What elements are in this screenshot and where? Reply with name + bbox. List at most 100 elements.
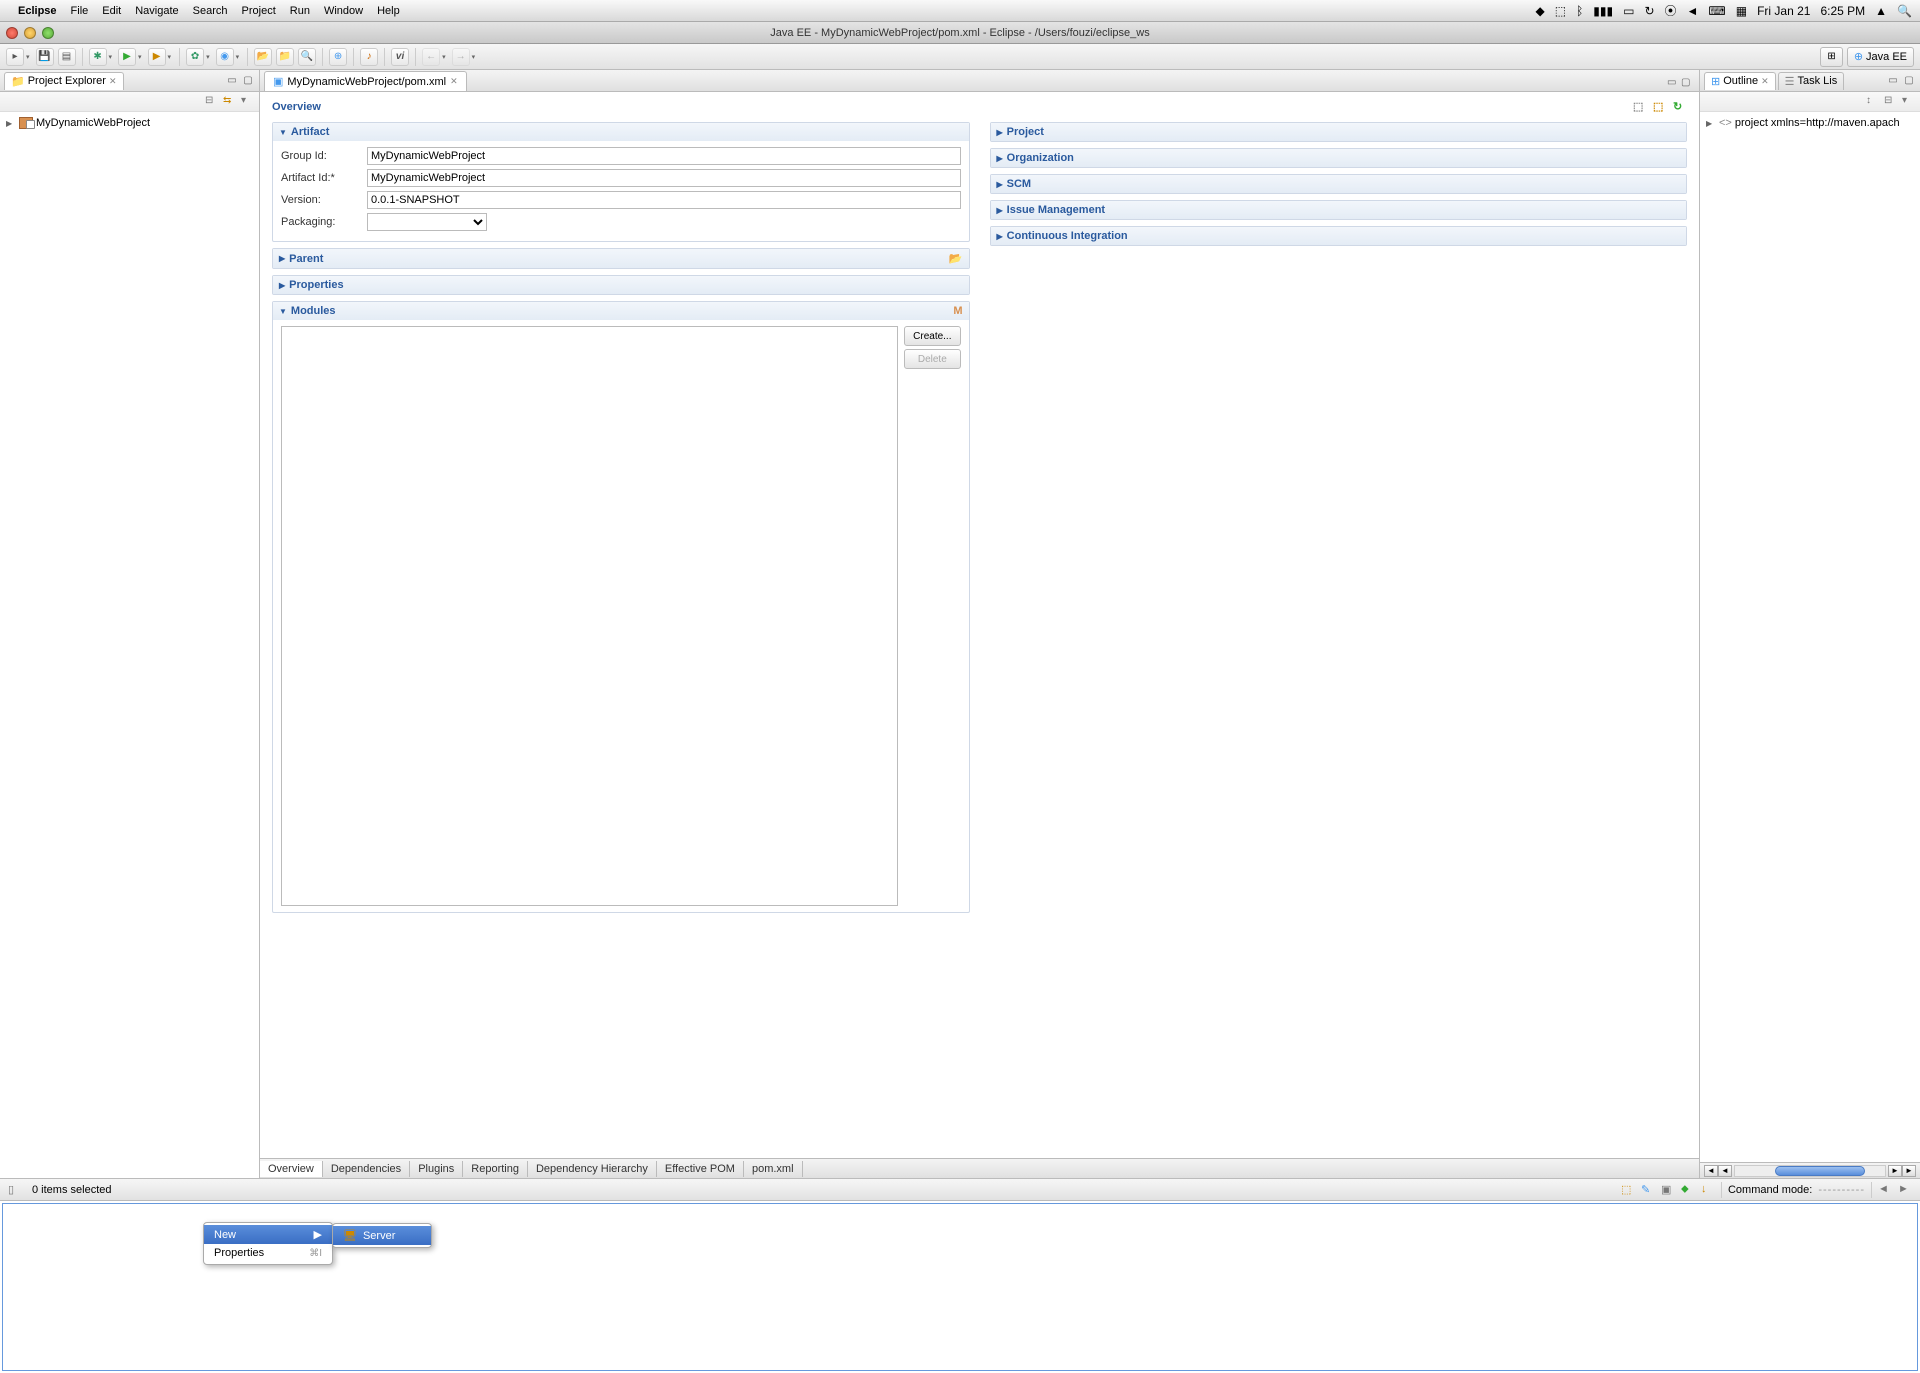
- folder-icon[interactable]: 📂: [949, 252, 963, 265]
- annotation-button[interactable]: ♪: [360, 48, 378, 66]
- maximize-icon[interactable]: ▢: [1681, 77, 1695, 91]
- dropdown-icon[interactable]: ▾: [442, 53, 446, 61]
- filter-icon[interactable]: ⊟: [1884, 95, 1898, 109]
- ctx-server[interactable]: 🖥 Server: [333, 1226, 431, 1245]
- run-last-button[interactable]: ▶: [148, 48, 166, 66]
- save-button[interactable]: 💾: [36, 48, 54, 66]
- dropdown-icon[interactable]: ▾: [138, 53, 142, 61]
- maximize-icon[interactable]: ▢: [1902, 74, 1916, 88]
- ctx-properties[interactable]: Properties ⌘I: [204, 1244, 332, 1262]
- outline-root[interactable]: ▶ <> project xmlns=http://maven.apach: [1704, 116, 1916, 130]
- zoom-window-icon[interactable]: [42, 27, 54, 39]
- battery-icon[interactable]: ▮▮▮: [1593, 4, 1613, 18]
- open-task-button[interactable]: 📁: [276, 48, 294, 66]
- keyboard-icon[interactable]: ⌨: [1708, 4, 1725, 18]
- ebtab-pomxml[interactable]: pom.xml: [744, 1161, 803, 1177]
- new-button[interactable]: ▸: [6, 48, 24, 66]
- section-header[interactable]: ▶ Continuous Integration: [991, 227, 1687, 245]
- scroll-right2-icon[interactable]: ►: [1902, 1165, 1916, 1177]
- editor-tab-pom[interactable]: ▣ MyDynamicWebProject/pom.xml ✕: [264, 71, 467, 91]
- group-id-input[interactable]: [367, 147, 961, 165]
- section-header[interactable]: ▶ Parent 📂: [273, 249, 969, 268]
- spotlight-icon[interactable]: 🔍: [1897, 4, 1912, 18]
- menu-run[interactable]: Run: [290, 5, 310, 17]
- menu-file[interactable]: File: [71, 5, 89, 17]
- section-header[interactable]: ▶ Project: [991, 123, 1687, 141]
- project-tree-item[interactable]: ▶ MyDynamicWebProject: [4, 116, 255, 130]
- open-perspective-button[interactable]: ⊞: [1820, 47, 1842, 67]
- project-explorer-tab[interactable]: 📁 Project Explorer ✕: [4, 72, 124, 90]
- menu-search[interactable]: Search: [193, 5, 228, 17]
- minimize-icon[interactable]: ▭: [225, 74, 239, 88]
- close-window-icon[interactable]: [6, 27, 18, 39]
- run-button[interactable]: ▶: [118, 48, 136, 66]
- servers-view-body[interactable]: New ▶ Properties ⌘I 🖥 Server: [2, 1203, 1918, 1371]
- dropdown-icon[interactable]: ▾: [168, 53, 172, 61]
- section-header[interactable]: ▼ Artifact: [273, 123, 969, 141]
- collapse-all-icon[interactable]: ⊟: [205, 95, 219, 109]
- menu-window[interactable]: Window: [324, 5, 363, 17]
- section-header[interactable]: ▶ Issue Management: [991, 201, 1687, 219]
- sb-icon1[interactable]: ⬚: [1621, 1183, 1635, 1197]
- packaging-select[interactable]: [367, 213, 487, 231]
- ebtab-effective-pom[interactable]: Effective POM: [657, 1161, 744, 1177]
- sb-icon5[interactable]: ↓: [1701, 1183, 1715, 1197]
- new-jpa-button[interactable]: ◉: [216, 48, 234, 66]
- volume-icon[interactable]: ◄: [1687, 4, 1699, 18]
- section-header[interactable]: ▼ Modules M: [273, 302, 969, 320]
- dropbox-icon[interactable]: ⬚: [1555, 4, 1566, 18]
- forward-button[interactable]: →: [452, 48, 470, 66]
- search-button[interactable]: 🔍: [298, 48, 316, 66]
- scroll-track[interactable]: [1734, 1165, 1886, 1177]
- section-header[interactable]: ▶ Organization: [991, 149, 1687, 167]
- ebtab-plugins[interactable]: Plugins: [410, 1161, 463, 1177]
- menu-edit[interactable]: Edit: [102, 5, 121, 17]
- artifact-id-input[interactable]: [367, 169, 961, 187]
- minimize-icon[interactable]: ▭: [1886, 74, 1900, 88]
- back-button[interactable]: ←: [422, 48, 440, 66]
- ctx-new[interactable]: New ▶: [204, 1225, 332, 1244]
- module-icon[interactable]: M: [953, 305, 962, 317]
- menu-project[interactable]: Project: [242, 5, 276, 17]
- menu-help[interactable]: Help: [377, 5, 400, 17]
- wifi-icon[interactable]: ⦿: [1665, 2, 1677, 19]
- save-all-button[interactable]: ▤: [58, 48, 76, 66]
- fastuser-icon[interactable]: ▲: [1875, 4, 1887, 18]
- app-name[interactable]: Eclipse: [18, 5, 57, 17]
- modules-list[interactable]: [281, 326, 898, 906]
- minimize-window-icon[interactable]: [24, 27, 36, 39]
- sort-icon[interactable]: ↕: [1866, 95, 1880, 109]
- ebtab-reporting[interactable]: Reporting: [463, 1161, 528, 1177]
- vi-button[interactable]: vi: [391, 48, 409, 66]
- tasklist-tab[interactable]: ☰ Task Lis: [1778, 72, 1845, 90]
- status-icon[interactable]: ◆: [1536, 4, 1545, 18]
- ebtab-overview[interactable]: Overview: [260, 1161, 323, 1177]
- close-icon[interactable]: ✕: [109, 76, 117, 87]
- dropdown-icon[interactable]: ▾: [236, 53, 240, 61]
- section-header[interactable]: ▶ SCM: [991, 175, 1687, 193]
- print-button[interactable]: ⊕: [329, 48, 347, 66]
- scroll-left-icon[interactable]: ◄: [1704, 1165, 1718, 1177]
- trim-icon[interactable]: ▯: [8, 1183, 22, 1197]
- bluetooth-icon[interactable]: ᛒ: [1576, 4, 1583, 18]
- menubar-time[interactable]: 6:25 PM: [1820, 4, 1865, 18]
- section-header[interactable]: ▶ Properties: [273, 276, 969, 294]
- maximize-icon[interactable]: ▢: [241, 74, 255, 88]
- javaee-perspective-button[interactable]: ⊕Java EE: [1847, 47, 1914, 67]
- dropdown-icon[interactable]: ▾: [472, 53, 476, 61]
- create-module-button[interactable]: Create...: [904, 326, 960, 346]
- debug-button[interactable]: ✱: [89, 48, 107, 66]
- expand-icon[interactable]: ▶: [6, 119, 16, 128]
- date-icon[interactable]: ▦: [1736, 4, 1747, 18]
- minimize-icon[interactable]: ▭: [1667, 77, 1681, 91]
- scroll-left2-icon[interactable]: ◄: [1718, 1165, 1732, 1177]
- sb-nav-right-icon[interactable]: ►: [1898, 1183, 1912, 1197]
- project-tree[interactable]: ▶ MyDynamicWebProject: [0, 112, 259, 1178]
- new-server-button[interactable]: ✿: [186, 48, 204, 66]
- sb-icon4[interactable]: ⬥: [1681, 1183, 1695, 1197]
- view-menu-icon[interactable]: ▾: [1902, 95, 1916, 109]
- scroll-thumb[interactable]: [1775, 1166, 1865, 1176]
- dropdown-icon[interactable]: ▾: [109, 53, 113, 61]
- effective-icon[interactable]: ⬚: [1653, 100, 1667, 114]
- sb-icon3[interactable]: ▣: [1661, 1183, 1675, 1197]
